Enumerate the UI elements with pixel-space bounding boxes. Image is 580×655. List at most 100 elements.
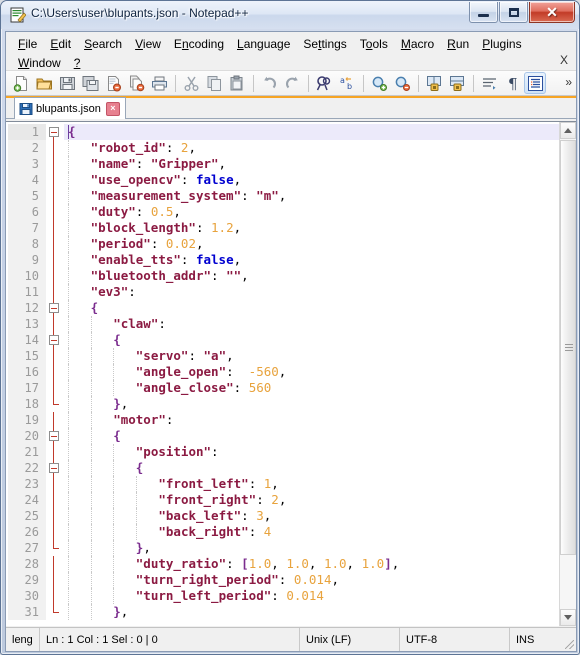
sync-vertical-scroll-button[interactable] <box>423 72 445 94</box>
resize-grip-icon[interactable] <box>562 628 576 651</box>
code-line[interactable]: 9 "enable_tts": false, <box>8 252 559 268</box>
open-file-button[interactable] <box>33 72 55 94</box>
fold-margin[interactable] <box>46 572 64 588</box>
paste-button[interactable] <box>226 72 248 94</box>
code-line[interactable]: 8 "period": 0.02, <box>8 236 559 252</box>
code-line[interactable]: 26 "back_right": 4 <box>8 524 559 540</box>
code-line[interactable]: 22 { <box>8 460 559 476</box>
copy-button[interactable] <box>203 72 225 94</box>
code-line[interactable]: 16 "angle_open": -560, <box>8 364 559 380</box>
fold-margin[interactable] <box>46 284 64 300</box>
fold-margin[interactable] <box>46 396 64 412</box>
code-view[interactable]: 1{2 "robot_id": 2, 3 "name": "Gripper", 4 "us… <box>8 124 559 624</box>
code-line[interactable]: 18}, <box>8 396 559 412</box>
toolbar-overflow-button[interactable]: » <box>565 75 572 89</box>
scroll-up-button[interactable] <box>560 122 576 139</box>
menu-window[interactable]: Window <box>12 54 68 72</box>
fold-margin[interactable] <box>46 316 64 332</box>
fold-margin[interactable] <box>46 540 64 556</box>
code-line[interactable]: 11 "ev3": <box>8 284 559 300</box>
fold-margin[interactable] <box>46 476 64 492</box>
code-line[interactable]: 13 "claw": <box>8 316 559 332</box>
fold-margin[interactable] <box>46 556 64 572</box>
fold-margin[interactable] <box>46 588 64 604</box>
sync-horizontal-scroll-button[interactable] <box>446 72 468 94</box>
cut-button[interactable] <box>180 72 202 94</box>
menu-help[interactable]: ? <box>68 54 88 72</box>
redo-button[interactable] <box>281 72 303 94</box>
fold-margin[interactable] <box>46 348 64 364</box>
code-line[interactable]: 12 { <box>8 300 559 316</box>
code-line[interactable]: 17 "angle_close": 560 <box>8 380 559 396</box>
code-line[interactable]: 10 "bluetooth_addr": "", <box>8 268 559 284</box>
fold-margin[interactable] <box>46 204 64 220</box>
minimize-button[interactable] <box>469 2 498 23</box>
tab-blupants-json[interactable]: blupants.json × <box>14 97 126 119</box>
fold-margin[interactable] <box>46 332 64 348</box>
zoom-out-button[interactable] <box>391 72 413 94</box>
zoom-in-button[interactable] <box>368 72 390 94</box>
fold-margin[interactable] <box>46 412 64 428</box>
code-line[interactable]: 27}, <box>8 540 559 556</box>
fold-margin[interactable] <box>46 236 64 252</box>
fold-margin[interactable] <box>46 460 64 476</box>
menu-tools[interactable]: Tools <box>354 35 395 53</box>
menu-plugins[interactable]: Plugins <box>476 35 528 53</box>
find-button[interactable] <box>313 72 335 94</box>
fold-margin[interactable] <box>46 124 64 140</box>
fold-margin[interactable] <box>46 300 64 316</box>
menu-edit[interactable]: Edit <box>44 35 78 53</box>
status-insert-mode[interactable]: INS <box>510 628 562 651</box>
code-line[interactable]: 2 "robot_id": 2, <box>8 140 559 156</box>
code-line[interactable]: 20 { <box>8 428 559 444</box>
close-file-button[interactable] <box>102 72 124 94</box>
fold-collapse-icon[interactable] <box>49 463 59 473</box>
save-button[interactable] <box>56 72 78 94</box>
code-line[interactable]: 24 "front_right": 2, <box>8 492 559 508</box>
code-line[interactable]: 21 "position": <box>8 444 559 460</box>
fold-margin[interactable] <box>46 364 64 380</box>
word-wrap-button[interactable] <box>478 72 500 94</box>
menu-view[interactable]: View <box>129 35 168 53</box>
fold-collapse-icon[interactable] <box>49 303 59 313</box>
fold-margin[interactable] <box>46 268 64 284</box>
code-line[interactable]: 28 "duty_ratio": [1.0, 1.0, 1.0, 1.0], <box>8 556 559 572</box>
status-encoding[interactable]: UTF-8 <box>400 628 510 651</box>
fold-collapse-icon[interactable] <box>49 127 59 137</box>
undo-button[interactable] <box>258 72 280 94</box>
fold-margin[interactable] <box>46 604 64 620</box>
menu-settings[interactable]: Settings <box>297 35 353 53</box>
fold-margin[interactable] <box>46 508 64 524</box>
code-line[interactable]: 29 "turn_right_period": 0.014, <box>8 572 559 588</box>
menu-search[interactable]: Search <box>78 35 129 53</box>
vertical-scrollbar[interactable] <box>559 122 576 626</box>
code-line[interactable]: 3 "name": "Gripper", <box>8 156 559 172</box>
fold-margin[interactable] <box>46 428 64 444</box>
vertical-scrollbar-thumb[interactable] <box>560 140 576 555</box>
fold-margin[interactable] <box>46 188 64 204</box>
code-line[interactable]: 31}, <box>8 604 559 620</box>
fold-collapse-icon[interactable] <box>49 335 59 345</box>
new-file-button[interactable] <box>10 72 32 94</box>
fold-margin[interactable] <box>46 380 64 396</box>
fold-margin[interactable] <box>46 492 64 508</box>
code-line[interactable]: 23 "front_left": 1, <box>8 476 559 492</box>
menu-macro[interactable]: Macro <box>395 35 441 53</box>
close-all-files-button[interactable] <box>125 72 147 94</box>
code-line[interactable]: 15 "servo": "a", <box>8 348 559 364</box>
close-button[interactable]: ✕ <box>529 2 575 23</box>
status-line-ending[interactable]: Unix (LF) <box>300 628 400 651</box>
menu-run[interactable]: Run <box>441 35 476 53</box>
code-line[interactable]: 25 "back_left": 3, <box>8 508 559 524</box>
fold-margin[interactable] <box>46 252 64 268</box>
fold-collapse-icon[interactable] <box>49 431 59 441</box>
menu-file[interactable]: File <box>12 35 44 53</box>
code-line[interactable]: 6 "duty": 0.5, <box>8 204 559 220</box>
save-all-button[interactable] <box>79 72 101 94</box>
print-button[interactable] <box>148 72 170 94</box>
fold-margin[interactable] <box>46 220 64 236</box>
code-line[interactable]: 1{ <box>8 124 559 140</box>
fold-margin[interactable] <box>46 444 64 460</box>
code-line[interactable]: 19 "motor": <box>8 412 559 428</box>
fold-margin[interactable] <box>46 172 64 188</box>
